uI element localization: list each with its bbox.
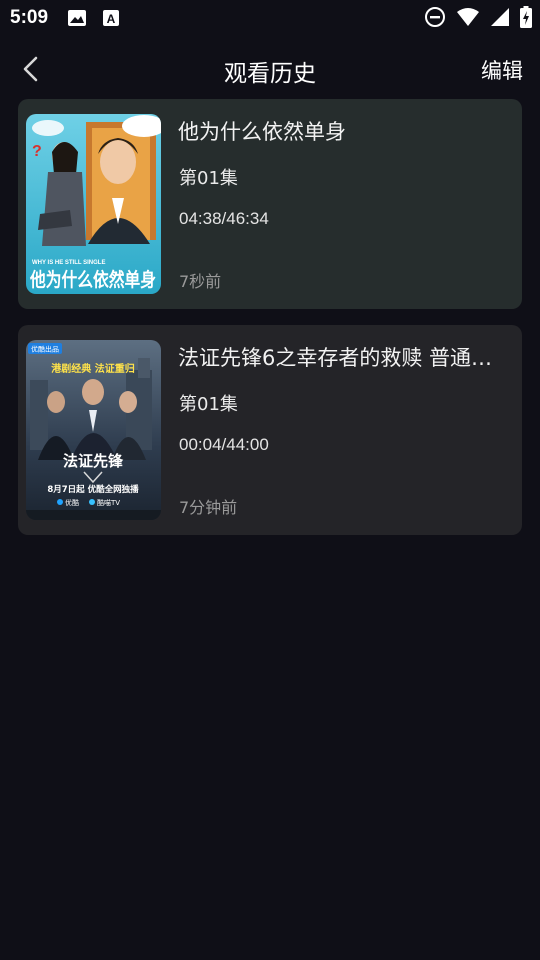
poster-thumbnail[interactable]: ? WHY IS HE STILL SINGLE 他为什么依然单身: [26, 114, 161, 294]
image-icon: [66, 7, 88, 29]
history-list: ? WHY IS HE STILL SINGLE 他为什么依然单身 他为什么依然…: [18, 99, 522, 551]
battery-icon: [520, 6, 532, 28]
status-time: 5:09: [10, 7, 49, 28]
poster-badge: 优酷出品: [31, 345, 59, 354]
poster-title-text: 他为什么依然单身: [29, 268, 156, 291]
wifi-icon: [456, 7, 480, 27]
history-item-info: 法证先锋6之幸存者的救赎 普通话版 第01集 00:04/44:00 7分钟前: [178, 340, 514, 520]
history-item[interactable]: ? WHY IS HE STILL SINGLE 他为什么依然单身 他为什么依然…: [18, 99, 522, 309]
poster-show-logo: 法证先锋: [63, 452, 124, 470]
poster-brand-2: 酷喵TV: [97, 498, 120, 507]
text-a-icon: A: [100, 7, 122, 29]
svg-text:?: ?: [32, 143, 42, 160]
app-header: 观看历史 编辑: [0, 40, 540, 96]
history-item-time-ago: 7秒前: [179, 272, 222, 291]
history-item-episode: 第01集: [179, 394, 238, 415]
poster-thumbnail[interactable]: 优酷出品 港剧经典 法证重归 法证先锋 8月7日起 优酷全网独播 优酷 酷喵TV: [26, 340, 161, 520]
history-item-progress: 04:38/46:34: [179, 209, 269, 228]
history-item-progress: 00:04/44:00: [179, 435, 269, 454]
poster-brand-1: 优酷: [65, 498, 79, 507]
history-item-info: 他为什么依然单身 第01集 04:38/46:34 7秒前: [178, 114, 514, 294]
poster-en-text: WHY IS HE STILL SINGLE: [32, 260, 105, 266]
signal-icon: [490, 7, 510, 27]
history-item[interactable]: 优酷出品 港剧经典 法证重归 法证先锋 8月7日起 优酷全网独播 优酷 酷喵TV…: [18, 325, 522, 535]
history-item-title: 法证先锋6之幸存者的救赎 普通话版: [178, 346, 508, 370]
history-item-episode: 第01集: [179, 168, 238, 189]
page-title: 观看历史: [224, 61, 316, 87]
poster-date-line: 8月7日起 优酷全网独播: [47, 484, 139, 495]
dnd-icon: [424, 6, 446, 28]
poster-tagline: 港剧经典 法证重归: [51, 362, 134, 375]
history-item-title: 他为什么依然单身: [178, 120, 346, 144]
svg-text:A: A: [107, 12, 116, 26]
edit-button[interactable]: 编辑: [481, 55, 523, 85]
history-item-time-ago: 7分钟前: [179, 498, 238, 517]
status-bar: 5:09 A: [0, 0, 540, 36]
watch-history-screen: 5:09 A 观看历史 编辑 ? WHY IS HE STILL SINGLE …: [0, 0, 540, 960]
